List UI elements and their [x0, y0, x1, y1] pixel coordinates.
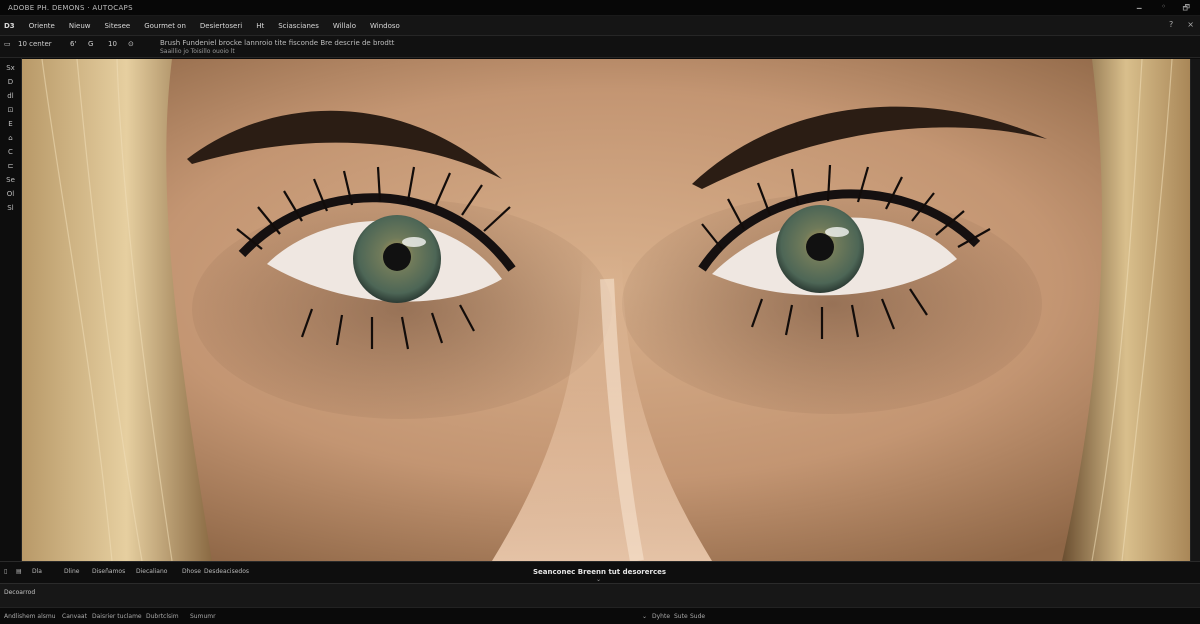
chevron-down-icon[interactable]: ⌄: [596, 576, 601, 583]
status-item-2[interactable]: Dline: [64, 568, 79, 575]
option-glyph-1[interactable]: 6': [70, 40, 76, 48]
tool-10[interactable]: Ol: [7, 190, 14, 198]
menu-bar: D3 Oriente Nieuw Sitesee Gourmet on Desi…: [0, 16, 1200, 36]
menu-item-4[interactable]: Sitesee: [104, 22, 130, 30]
footer-item-5[interactable]: Sumumr: [190, 613, 216, 620]
status-center-text: Seanconec Breenn tut desorerces: [533, 568, 667, 576]
options-bar: ▭ 10 center 6' G 10 ⊙ Brush Fundeniel br…: [0, 36, 1200, 58]
tool-2[interactable]: D: [8, 78, 13, 86]
footer-item-3[interactable]: Daisrier tuclame: [92, 613, 142, 620]
menu-item-7[interactable]: Ht: [256, 22, 264, 30]
options-description: Brush Fundeniel brocke lannroio tite fis…: [160, 39, 395, 47]
status-item-6[interactable]: Desdeacisedos: [204, 568, 249, 575]
tool-3[interactable]: dl: [7, 92, 13, 100]
menubar-right-icons: ? ×: [1169, 20, 1194, 29]
footer-item-1[interactable]: Andlishem alsmu: [4, 613, 56, 620]
menu-item-1[interactable]: D3: [4, 22, 15, 30]
settings-icon[interactable]: ⊙: [128, 40, 134, 48]
menu-item-8[interactable]: Sciascianes: [278, 22, 319, 30]
tool-size-label[interactable]: 10 center: [18, 40, 52, 48]
menu-item-5[interactable]: Gourmet on: [144, 22, 186, 30]
tool-1[interactable]: Sx: [6, 64, 15, 72]
close-icon[interactable]: ×: [1187, 20, 1194, 29]
tool-11[interactable]: Sl: [7, 204, 13, 212]
menu-item-9[interactable]: Willalo: [333, 22, 356, 30]
title-bar: ADOBE PH. DEMONS · AUTOCAPS 🗕 ◦ 🗗: [0, 0, 1200, 16]
footer-right-3[interactable]: Sude: [690, 613, 705, 620]
status-icon[interactable]: ▯: [4, 568, 7, 575]
tool-9[interactable]: Se: [6, 176, 15, 184]
status-item-1[interactable]: Dla: [32, 568, 42, 575]
portrait-image: [22, 59, 1190, 561]
menu-item-10[interactable]: Windoso: [370, 22, 400, 30]
tools-panel: Sx D dl ⊡ E ⌂ C ⊏ Se Ol Sl: [0, 58, 22, 561]
tool-preset-icon[interactable]: ▭: [4, 40, 11, 48]
panel-label[interactable]: Decoarrod: [4, 589, 35, 596]
layers-icon[interactable]: ▤: [16, 568, 22, 575]
window-title: ADOBE PH. DEMONS · AUTOCAPS: [8, 3, 133, 12]
minimize-icon[interactable]: 🗕: [1136, 2, 1142, 16]
tool-6[interactable]: ⌂: [8, 134, 12, 142]
bottom-panel: Decoarrod: [0, 583, 1200, 607]
vertical-scrollbar[interactable]: [1190, 59, 1200, 561]
footer-item-4[interactable]: Dubrtclsim: [146, 613, 179, 620]
tool-8[interactable]: ⊏: [8, 162, 14, 170]
menu-item-2[interactable]: Oriente: [29, 22, 55, 30]
tool-7[interactable]: C: [8, 148, 13, 156]
status-item-5[interactable]: Dhose: [182, 568, 201, 575]
footer-right-2[interactable]: Sute: [674, 613, 688, 620]
option-glyph-3[interactable]: 10: [108, 40, 117, 48]
status-bar: ▯ ▤ Dla Dline Diseñamos Diecaliano Dhose…: [0, 561, 1200, 583]
maximize-icon[interactable]: 🗗: [1182, 2, 1190, 16]
footer-bar: Andlishem alsmu Canvaat Daisrier tuclame…: [0, 607, 1200, 624]
tool-5[interactable]: E: [8, 120, 12, 128]
document-canvas[interactable]: [22, 59, 1190, 561]
status-item-3[interactable]: Diseñamos: [92, 568, 125, 575]
menu-item-3[interactable]: Nieuw: [69, 22, 91, 30]
footer-item-2[interactable]: Canvaat: [62, 613, 87, 620]
restore-icon[interactable]: ◦: [1161, 2, 1166, 11]
footer-right-1[interactable]: Dyhte: [652, 613, 670, 620]
footer-chevron-icon[interactable]: ⌄: [642, 613, 647, 620]
option-glyph-2[interactable]: G: [88, 40, 93, 48]
options-subdescription: Saaillio jo Toisillo ouoio lt: [160, 48, 235, 55]
menu-item-6[interactable]: Desiertoseri: [200, 22, 242, 30]
help-icon[interactable]: ?: [1169, 20, 1173, 29]
tool-4[interactable]: ⊡: [8, 106, 14, 114]
status-item-4[interactable]: Diecaliano: [136, 568, 167, 575]
